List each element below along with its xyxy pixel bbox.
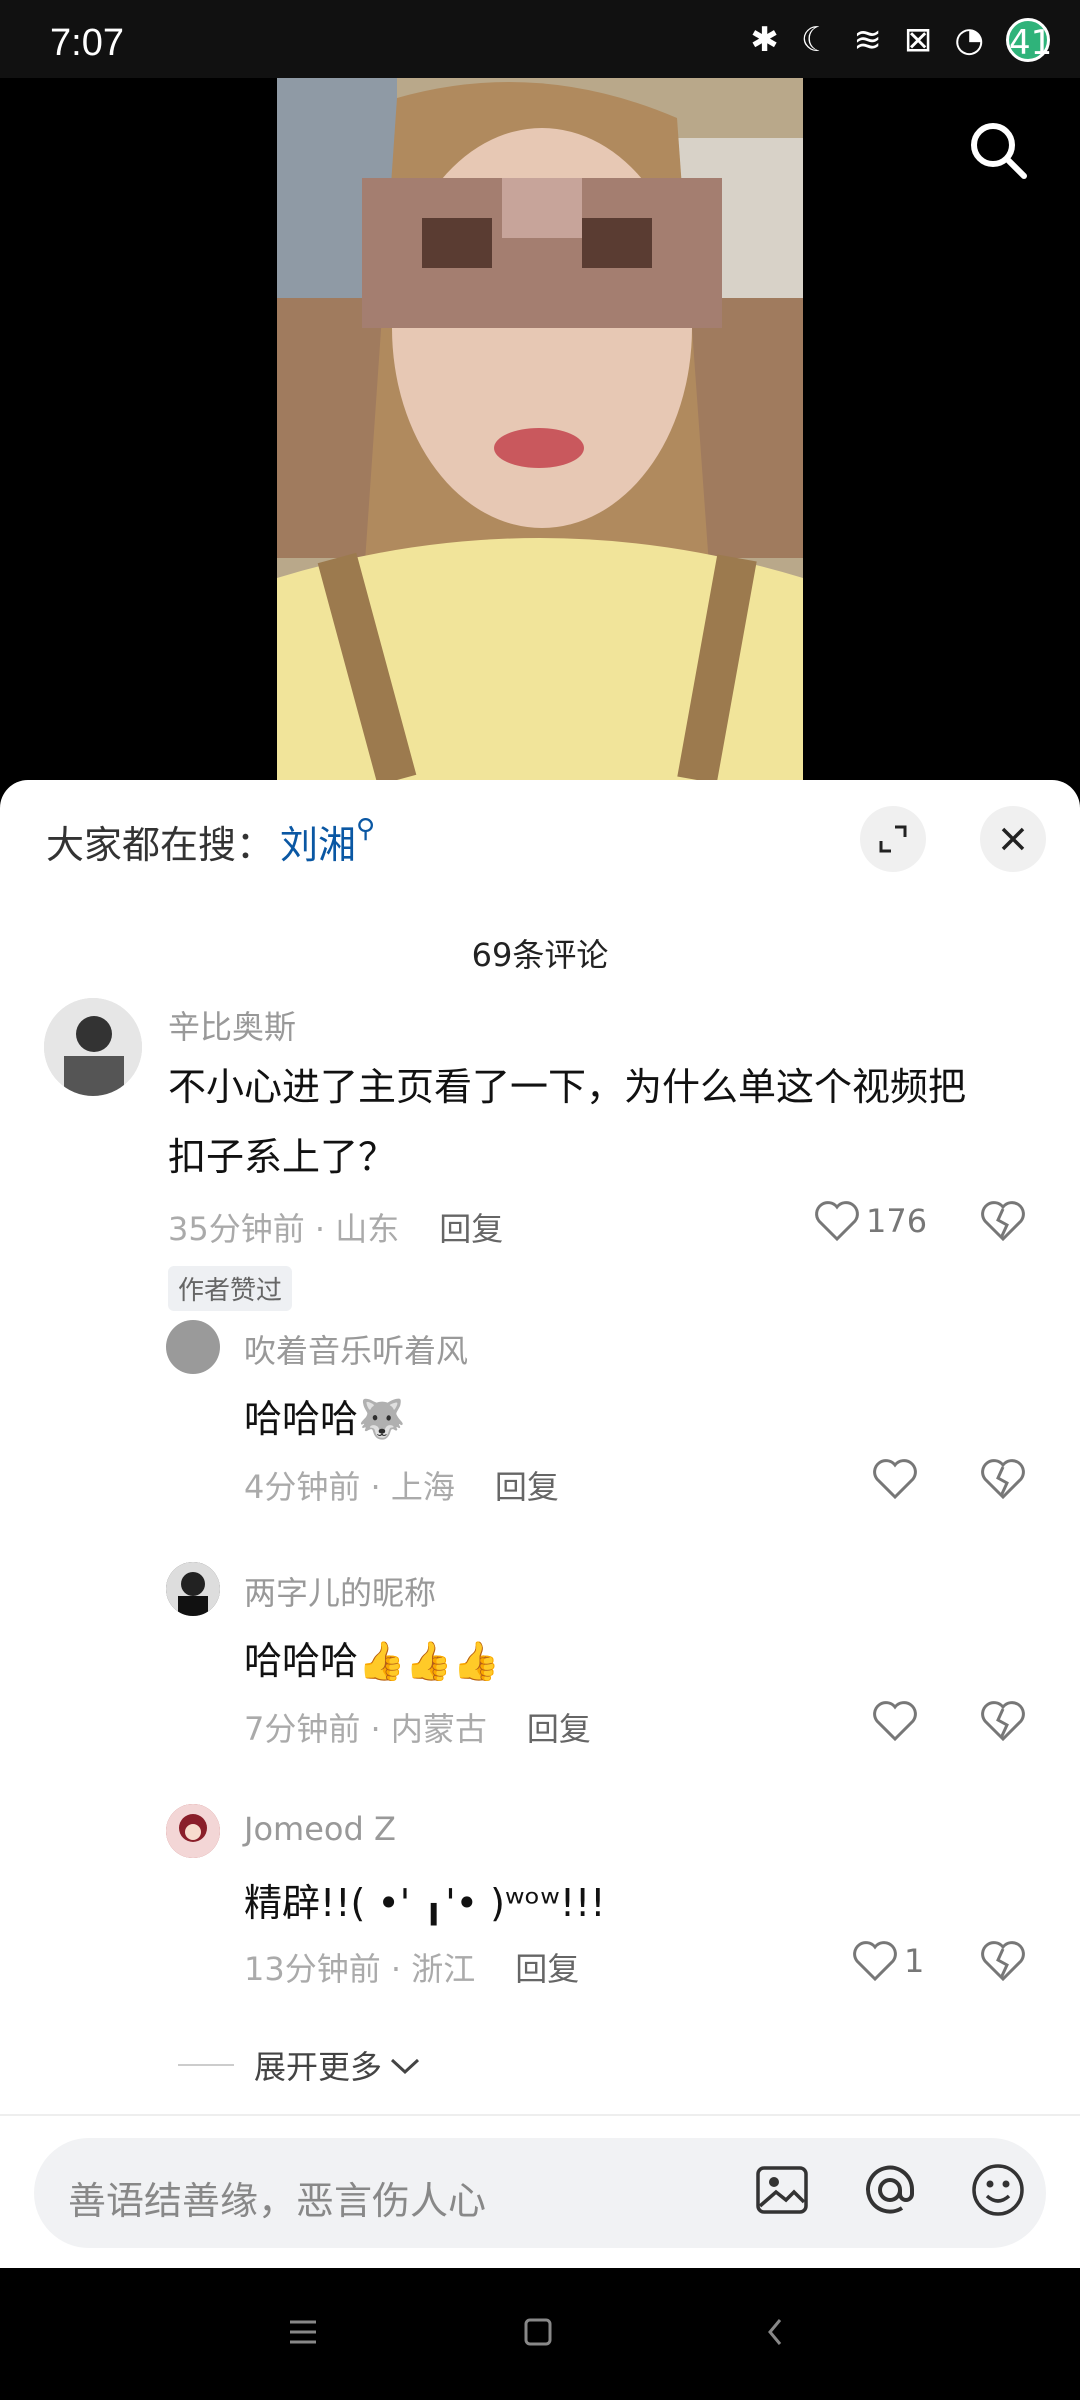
reply-content: 哈哈哈🐺 [244,1384,405,1454]
expand-more-label: 展开更多 [254,2048,383,2086]
video-area[interactable] [0,78,1080,780]
close-button[interactable] [980,806,1046,872]
heart-icon[interactable] [872,1458,918,1500]
expand-more-button[interactable]: 展开更多 [178,2042,422,2088]
comment-count: 69条评论 [471,936,609,974]
reply-location: 上海 [390,1468,455,1506]
wifi-icon: ◔ [954,20,984,60]
reply-text: 哈哈哈 [244,1639,359,1683]
thumbs-up-emoji: 👍👍👍 [358,1639,500,1683]
battery-icon: 41 [1006,18,1052,63]
close-icon [1001,827,1025,851]
input-icons [754,2162,1026,2218]
hot-search-label: 大家都在搜： [46,823,275,867]
home-icon[interactable] [520,2312,556,2352]
reply-meta: 7分钟前 · 内蒙古 回复 [244,1710,591,1748]
small-search-icon: ⚲ [356,814,376,844]
reply-author[interactable]: 吹着音乐听着风 [244,1326,468,1372]
like-button[interactable]: 1 [852,1940,924,1982]
status-icons: ✱ ☾ ≋ ⊠ ◔ 41 [750,18,1052,63]
avatar-image [166,1804,220,1858]
avatar[interactable] [166,1320,220,1374]
image-icon[interactable] [754,2162,810,2218]
reply-time: 7分钟前 [244,1710,361,1748]
reply-meta: 13分钟前 · 浙江 回复 [244,1950,580,1988]
heart-icon[interactable] [872,1700,918,1742]
comment-input-placeholder: 善语结善缘，恶言伤人心 [68,2179,487,2223]
avatar-image [44,998,142,1096]
divider [0,2114,1080,2116]
avatar[interactable] [44,998,142,1096]
search-icon[interactable] [966,118,1030,182]
reply-button[interactable]: 回复 [527,1710,591,1748]
status-time: 7:07 [50,22,124,64]
comment-location: 山东 [335,1210,400,1248]
hot-search-term[interactable]: 刘湘 [280,823,356,867]
avatar-image [166,1562,220,1616]
like-count: 1 [904,1942,925,1980]
comment-author[interactable]: 辛比奥斯 [168,1002,296,1048]
reply-button[interactable]: 回复 [495,1468,559,1506]
comment-content-line1: 不小心进了主页看了一下，为什么单这个视频把 [168,1065,967,1109]
avatar[interactable] [166,1562,220,1616]
back-icon[interactable] [760,2312,790,2352]
hot-search[interactable]: 大家都在搜： 刘湘⚲ [46,814,375,869]
reply-location: 浙江 [411,1950,476,1988]
reply-content: 精辟!!( •' ╻'• )ʷᵒʷ!!! [244,1881,606,1925]
bluetooth-icon: ✱ [750,20,779,60]
heart-icon [853,1941,897,1982]
author-liked-tag: 作者赞过 [168,1266,293,1311]
like-count: 176 [866,1202,928,1240]
like-button[interactable]: 176 [814,1200,927,1242]
video-frame[interactable] [277,78,803,780]
reply-content: 哈哈哈👍👍👍 [244,1626,500,1696]
comment-input[interactable]: 善语结善缘，恶言伤人心 [34,2138,1046,2248]
reply-meta: 4分钟前 · 上海 回复 [244,1468,559,1506]
reply-time: 4分钟前 [244,1468,361,1506]
dislike-icon[interactable] [980,1700,1026,1742]
comment-time: 35分钟前 [168,1210,305,1248]
reply-location: 内蒙古 [390,1710,487,1748]
reply-author[interactable]: 两字儿的昵称 [244,1568,436,1614]
navigation-bar [0,2268,1080,2400]
comment-content-line2: 扣子系上了？ [168,1135,397,1179]
divider-line [178,2064,234,2066]
heart-icon [815,1201,859,1242]
at-icon[interactable] [862,2162,918,2218]
reply-author[interactable]: Jomeod Z [244,1810,396,1848]
menu-icon[interactable] [286,2312,320,2352]
expand-button[interactable] [860,806,926,872]
avatar[interactable] [166,1804,220,1858]
wolf-emoji: 🐺 [358,1397,406,1441]
reply-time: 13分钟前 [244,1950,381,1988]
expand-icon [879,825,907,853]
dislike-icon[interactable] [980,1458,1026,1500]
chevron-down-icon [390,2058,420,2075]
emoji-icon[interactable] [970,2162,1026,2218]
reply-button[interactable]: 回复 [515,1950,579,1988]
dislike-icon[interactable] [980,1940,1026,1982]
sim-icon: ⊠ [903,20,933,60]
reply-text: 哈哈哈 [244,1397,359,1441]
dislike-icon[interactable] [980,1200,1026,1242]
status-bar: 7:07 ✱ ☾ ≋ ⊠ ◔ 41 [0,0,1080,78]
moon-icon: ☾ [800,20,832,60]
reply-button[interactable]: 回复 [439,1210,503,1248]
comment-meta: 35分钟前 · 山东 回复 [168,1210,504,1248]
video-thumbnail [277,78,803,780]
comments-sheet: 大家都在搜： 刘湘⚲ 69条评论 辛比奥斯 不小心进了主页看了一下，为什么单这个视… [0,780,1080,2268]
vibrate-icon: ≋ [853,20,882,60]
